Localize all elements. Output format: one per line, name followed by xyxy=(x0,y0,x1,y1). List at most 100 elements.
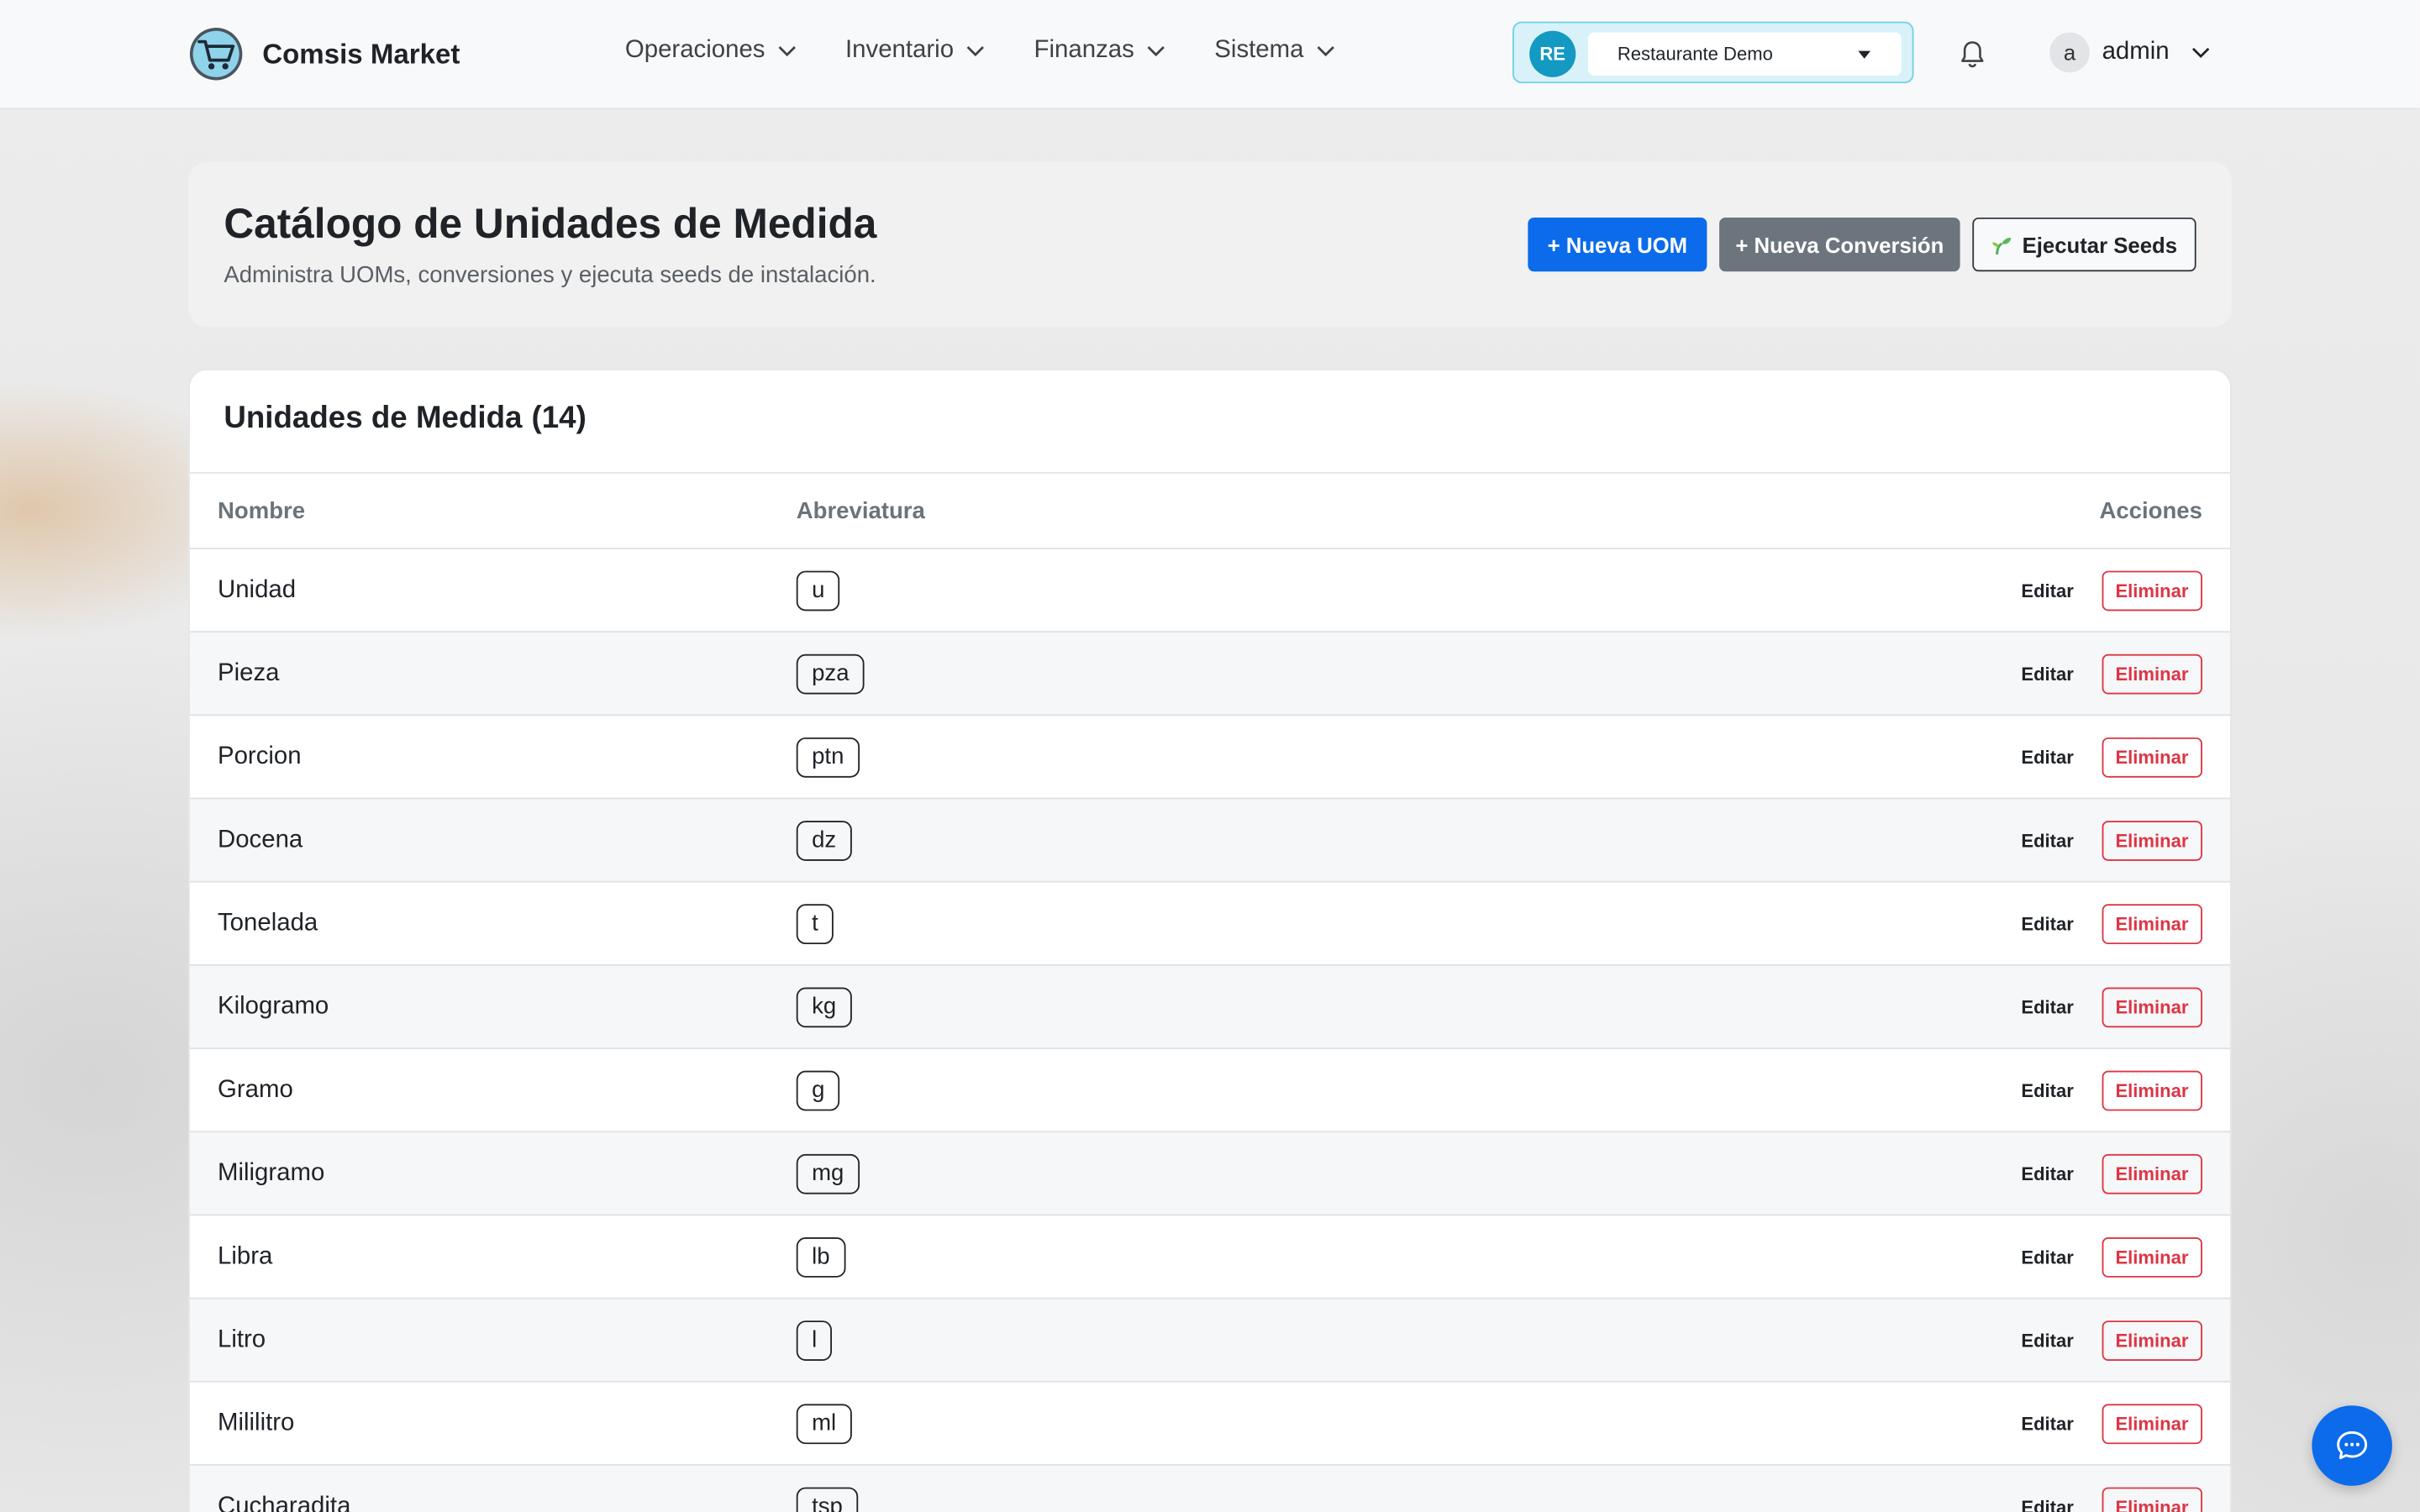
nav-finanzas[interactable]: Finanzas xyxy=(1034,37,1165,65)
column-header-name: Nombre xyxy=(189,473,797,549)
table-row: Tonelada t Editar Eliminar xyxy=(189,881,2231,966)
chevron-down-icon xyxy=(1147,46,1165,57)
new-conversion-button[interactable]: + Nueva Conversión xyxy=(1719,217,1960,272)
delete-button[interactable]: Eliminar xyxy=(2101,1403,2202,1444)
uom-name: Libra xyxy=(189,1215,797,1299)
column-header-abbr: Abreviatura xyxy=(796,473,1723,549)
page-subtitle: Administra UOMs, conversiones y ejecuta … xyxy=(224,262,876,289)
delete-button[interactable]: Eliminar xyxy=(2101,820,2202,860)
delete-button[interactable]: Eliminar xyxy=(2101,986,2202,1027)
chevron-down-icon xyxy=(778,46,796,57)
uom-abbr-cell: mg xyxy=(796,1131,1723,1216)
delete-button[interactable]: Eliminar xyxy=(2101,653,2202,694)
uom-name: Mililitro xyxy=(189,1381,797,1466)
delete-button[interactable]: Eliminar xyxy=(2101,737,2202,777)
tenant-switcher: RE Restaurante Demo xyxy=(1512,21,1914,84)
delete-button[interactable]: Eliminar xyxy=(2101,1069,2202,1110)
edit-button[interactable]: Editar xyxy=(2021,580,2073,601)
uom-abbr-cell: u xyxy=(796,548,1723,633)
edit-button[interactable]: Editar xyxy=(2021,1246,2073,1268)
uom-actions: Editar Eliminar xyxy=(1722,798,2231,883)
uom-actions: Editar Eliminar xyxy=(1722,632,2231,717)
nav-inventario[interactable]: Inventario xyxy=(845,37,985,65)
uom-actions: Editar Eliminar xyxy=(1722,1215,2231,1299)
shopping-cart-icon xyxy=(189,28,243,81)
user-menu[interactable]: a admin xyxy=(2049,32,2209,73)
new-uom-button[interactable]: + Nueva UOM xyxy=(1528,217,1707,272)
uom-name: Porcion xyxy=(189,715,797,800)
edit-button[interactable]: Editar xyxy=(2021,1079,2073,1101)
nav-operaciones[interactable]: Operaciones xyxy=(625,37,796,65)
nav-label: Sistema xyxy=(1214,37,1304,64)
table-row: Gramo g Editar Eliminar xyxy=(189,1048,2231,1133)
table-header-row: Nombre Abreviatura Acciones xyxy=(189,473,2231,549)
edit-button[interactable]: Editar xyxy=(2021,1163,2073,1184)
delete-button[interactable]: Eliminar xyxy=(2101,1320,2202,1361)
top-navbar: Comsis Market Operaciones Inventario Fin… xyxy=(0,0,2420,110)
tenant-selected-value: Restaurante Demo xyxy=(1617,43,1773,66)
page-header: Catálogo de Unidades de Medida Administr… xyxy=(188,161,2232,328)
chevron-down-icon xyxy=(2191,47,2209,58)
uom-table-body: Unidad u Editar Eliminar Pieza pza Editar Elimi… xyxy=(189,548,2231,1512)
uom-table-card: Unidades de Medida (14) Nombre Abreviatur… xyxy=(188,368,2232,1512)
uom-abbr-cell: g xyxy=(796,1048,1723,1133)
uom-name: Litro xyxy=(189,1298,797,1383)
table-row: Kilogramo kg Editar Eliminar xyxy=(189,964,2231,1049)
uom-name: Docena xyxy=(189,798,797,883)
uom-abbr-badge: lb xyxy=(796,1236,845,1277)
table-row: Unidad u Editar Eliminar xyxy=(189,548,2231,633)
tenant-avatar: RE xyxy=(1529,30,1576,77)
uom-name: Cucharadita xyxy=(189,1464,797,1512)
uom-count: (14) xyxy=(531,401,587,435)
uom-actions: Editar Eliminar xyxy=(1722,715,2231,800)
uom-abbr-cell: l xyxy=(796,1298,1723,1383)
uom-abbr-badge: ml xyxy=(796,1403,852,1444)
uom-abbr-cell: ptn xyxy=(796,715,1723,800)
chevron-down-icon xyxy=(1317,46,1334,57)
nav-label: Operaciones xyxy=(624,37,765,64)
uom-abbr-cell: lb xyxy=(796,1215,1723,1299)
edit-button[interactable]: Editar xyxy=(2021,1496,2073,1512)
nav-sistema[interactable]: Sistema xyxy=(1214,37,1334,65)
table-row: Libra lb Editar Eliminar xyxy=(189,1215,2231,1299)
uom-actions: Editar Eliminar xyxy=(1722,1131,2231,1216)
edit-button[interactable]: Editar xyxy=(2021,746,2073,768)
run-seeds-label: Ejecutar Seeds xyxy=(2022,232,2178,257)
delete-button[interactable]: Eliminar xyxy=(2101,903,2202,944)
uom-abbr-badge: u xyxy=(796,570,840,611)
delete-button[interactable]: Eliminar xyxy=(2101,570,2202,611)
nav-label: Finanzas xyxy=(1034,37,1134,64)
uom-table: Nombre Abreviatura Acciones Unidad u Edita… xyxy=(189,473,2231,1512)
uom-abbr-badge: t xyxy=(796,903,834,944)
table-row: Pieza pza Editar Eliminar xyxy=(189,632,2231,717)
uom-abbr-badge: pza xyxy=(796,653,865,694)
brand[interactable]: Comsis Market xyxy=(188,26,460,81)
uom-abbr-cell: ml xyxy=(796,1381,1723,1466)
uom-name: Pieza xyxy=(189,632,797,717)
uom-abbr-badge: tsp xyxy=(796,1486,859,1512)
edit-button[interactable]: Editar xyxy=(2021,1329,2073,1351)
brand-name: Comsis Market xyxy=(262,37,460,69)
tenant-select[interactable]: Restaurante Demo xyxy=(1587,32,1902,76)
edit-button[interactable]: Editar xyxy=(2021,1412,2073,1434)
uom-actions: Editar Eliminar xyxy=(1722,1048,2231,1133)
avatar: a xyxy=(2049,32,2090,73)
run-seeds-button[interactable]: Ejecutar Seeds xyxy=(1972,217,2196,272)
uom-abbr-cell: tsp xyxy=(796,1464,1723,1512)
edit-button[interactable]: Editar xyxy=(2021,996,2073,1018)
bell-icon[interactable] xyxy=(1957,39,1988,70)
edit-button[interactable]: Editar xyxy=(2021,663,2073,685)
uom-abbr-badge: ptn xyxy=(796,737,860,777)
edit-button[interactable]: Editar xyxy=(2021,829,2073,851)
uom-abbr-cell: pza xyxy=(796,632,1723,717)
delete-button[interactable]: Eliminar xyxy=(2101,1486,2202,1512)
uom-abbr-badge: kg xyxy=(796,986,852,1027)
chat-bubble-icon xyxy=(2337,1431,2368,1460)
uom-name: Unidad xyxy=(189,548,797,633)
chat-button[interactable] xyxy=(2312,1405,2392,1486)
caret-down-icon xyxy=(1858,50,1871,59)
edit-button[interactable]: Editar xyxy=(2021,912,2073,934)
delete-button[interactable]: Eliminar xyxy=(2101,1236,2202,1277)
delete-button[interactable]: Eliminar xyxy=(2101,1152,2202,1194)
uom-name: Miligramo xyxy=(189,1131,797,1216)
